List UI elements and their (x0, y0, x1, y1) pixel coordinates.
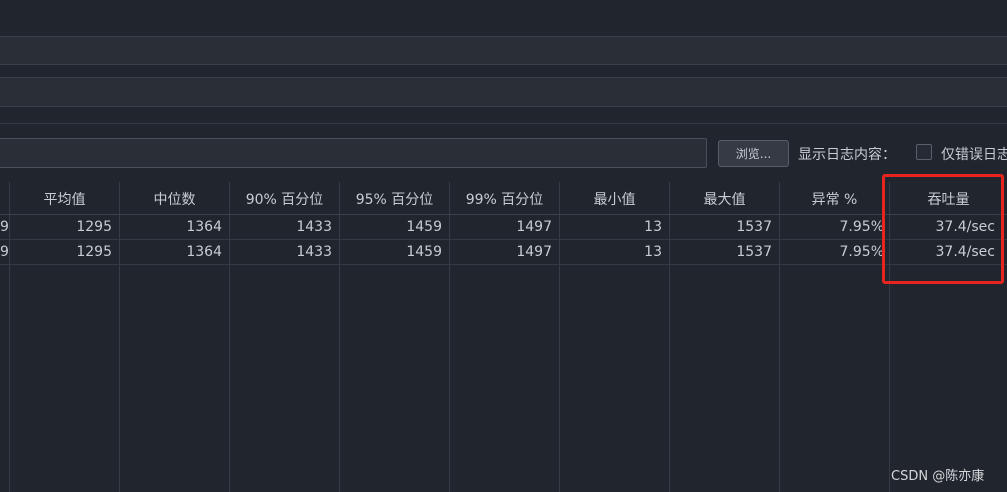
cell-90-percentile: 1433 (296, 219, 332, 235)
watermark: CSDN @陈亦康 (891, 469, 985, 484)
filename-input[interactable] (0, 138, 707, 168)
header-average[interactable]: 平均值 (10, 182, 119, 215)
cell-median: 1364 (186, 244, 222, 260)
table-row[interactable]: 9 1295 1364 1433 1459 1497 13 1537 7.95%… (0, 215, 1007, 240)
header-90-percentile[interactable]: 90% 百分位 (230, 182, 339, 215)
log-content-label: 显示日志内容： (798, 147, 896, 163)
header-median[interactable]: 中位数 (120, 182, 229, 215)
form-field-strip-2 (0, 77, 1007, 107)
summary-table: 平均值 中位数 90% 百分位 95% 百分位 99% 百分位 最小值 最大值 … (0, 182, 1007, 492)
cell-min: 13 (644, 219, 662, 235)
browse-button[interactable]: 浏览... (718, 140, 789, 167)
cell-min: 13 (644, 244, 662, 260)
cell-95-percentile: 1459 (406, 244, 442, 260)
section-divider (0, 123, 1007, 124)
cell-max: 1537 (736, 244, 772, 260)
cell-90-percentile: 1433 (296, 244, 332, 260)
cell-partial-first-column: 9 (0, 244, 9, 260)
cell-average: 1295 (76, 244, 112, 260)
throughput-highlight-box (882, 174, 1004, 284)
cell-partial-first-column: 9 (0, 219, 9, 235)
header-min[interactable]: 最小值 (560, 182, 669, 215)
cell-average: 1295 (76, 219, 112, 235)
cell-error-percent: 7.95% (839, 219, 884, 235)
cell-median: 1364 (186, 219, 222, 235)
cell-99-percentile: 1497 (516, 244, 552, 260)
header-95-percentile[interactable]: 95% 百分位 (340, 182, 449, 215)
form-field-strip-1 (0, 36, 1007, 65)
table-row[interactable]: 9 1295 1364 1433 1459 1497 13 1537 7.95%… (0, 240, 1007, 265)
cell-error-percent: 7.95% (839, 244, 884, 260)
cell-95-percentile: 1459 (406, 219, 442, 235)
table-header: 平均值 中位数 90% 百分位 95% 百分位 99% 百分位 最小值 最大值 … (0, 182, 1007, 215)
header-99-percentile[interactable]: 99% 百分位 (450, 182, 559, 215)
header-max[interactable]: 最大值 (670, 182, 779, 215)
header-error-percent[interactable]: 异常 % (780, 182, 889, 215)
errors-only-checkbox[interactable] (916, 144, 932, 160)
cell-99-percentile: 1497 (516, 219, 552, 235)
cell-max: 1537 (736, 219, 772, 235)
errors-only-label: 仅错误日志 (941, 147, 1007, 163)
